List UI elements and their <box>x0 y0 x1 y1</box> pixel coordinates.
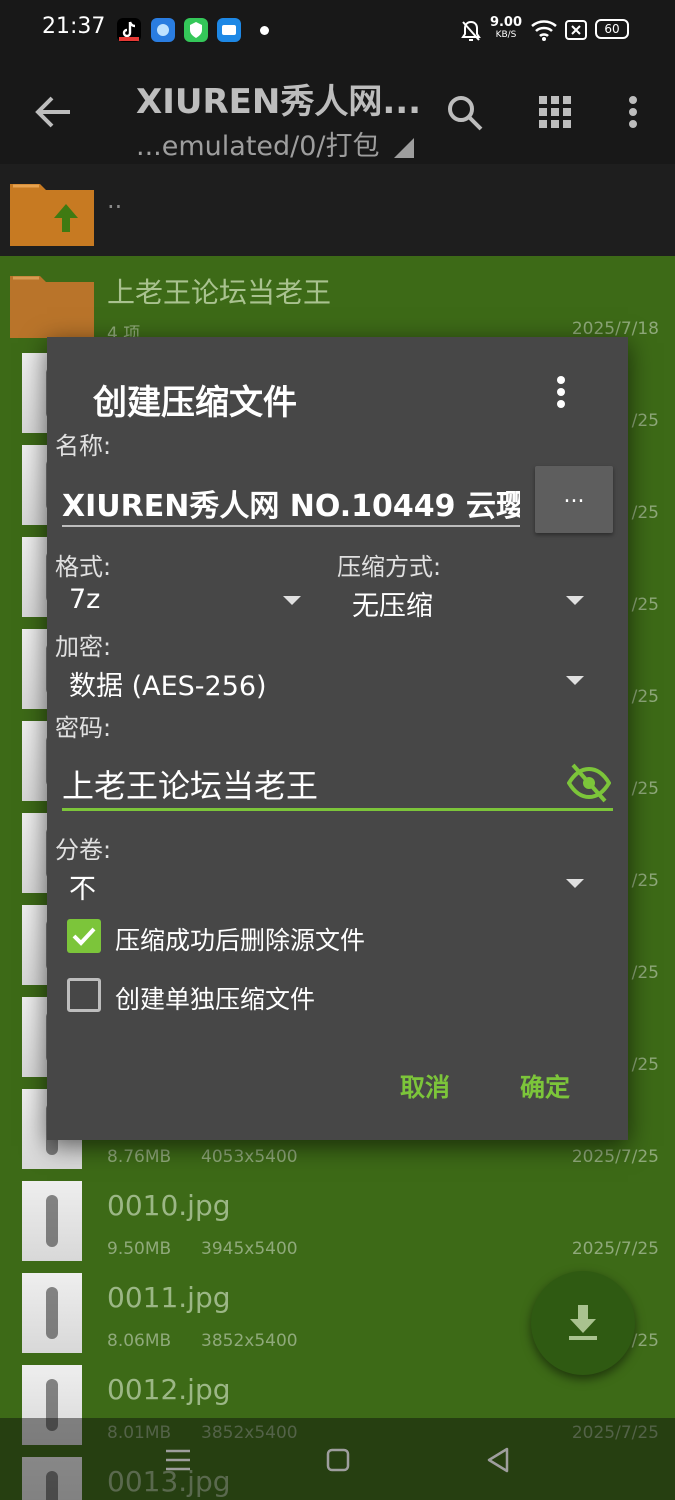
password-value: 上老王论坛当老王 <box>62 767 319 805</box>
file-name[interactable]: 0010.jpg <box>107 1189 230 1222</box>
mute-icon <box>460 19 482 47</box>
grid-view-icon[interactable] <box>539 96 571 132</box>
compression-method-value[interactable]: 无压缩 <box>352 584 433 623</box>
file-thumbnail[interactable] <box>22 1273 82 1353</box>
folder-date: 2025/7/18 <box>571 319 659 339</box>
file-date: /25 <box>631 779 659 799</box>
dialog-more-icon[interactable] <box>551 375 571 411</box>
wifi-icon <box>530 18 558 46</box>
separate-archive-checkbox[interactable] <box>67 978 101 1012</box>
archive-name-input[interactable]: XIUREN秀人网 NO.10449 云璎 <box>62 477 520 527</box>
browse-button[interactable]: ... <box>535 466 613 533</box>
password-field[interactable]: 上老王论坛当老王 <box>62 755 613 811</box>
folder-up-icon <box>10 176 94 250</box>
parent-directory-row[interactable]: .. <box>0 164 675 256</box>
split-dropdown-icon[interactable] <box>566 879 584 888</box>
file-date: /25 <box>631 963 659 983</box>
encryption-value[interactable]: 数据 (AES-256) <box>69 664 267 703</box>
status-time: 21:37 <box>42 14 106 39</box>
file-date: /25 <box>631 503 659 523</box>
more-vert-icon[interactable] <box>627 95 639 133</box>
file-date: /25 <box>631 411 659 431</box>
navigation-bar <box>0 1418 675 1500</box>
toolbar-title: XIUREN秀人网... <box>136 82 422 122</box>
download-icon <box>567 1305 599 1345</box>
file-size: 8.06MB <box>107 1331 172 1351</box>
confirm-button[interactable]: 确定 <box>520 1068 570 1104</box>
file-date: /25 <box>631 687 659 707</box>
password-label: 密码: <box>55 714 112 742</box>
notification-dot <box>260 26 269 35</box>
encryption-dropdown-icon[interactable] <box>566 676 584 685</box>
file-date: 2025/7/25 <box>571 1147 659 1167</box>
file-dimensions: 3945x5400 <box>201 1239 298 1259</box>
compression-method-label: 压缩方式: <box>337 553 442 581</box>
format-value[interactable]: 7z <box>69 584 100 615</box>
compression-method-dropdown-icon[interactable] <box>566 596 584 605</box>
path-dropdown-icon[interactable] <box>394 138 414 162</box>
file-date: 2025/7/25 <box>571 1239 659 1259</box>
toolbar-path[interactable]: ...emulated/0/打包 <box>136 124 380 163</box>
status-bar: 21:37 9.00 KB/S 60 <box>0 0 675 62</box>
net-speed-value: 9.00 <box>489 15 523 30</box>
net-speed-unit: KB/S <box>495 30 517 40</box>
separate-archive-label[interactable]: 创建单独压缩文件 <box>115 980 315 1016</box>
back-nav-icon[interactable] <box>480 1442 516 1478</box>
file-date: /25 <box>631 1331 659 1351</box>
file-dimensions: 3852x5400 <box>201 1331 298 1351</box>
name-label: 名称: <box>55 432 112 460</box>
battery-icon: 60 <box>595 19 629 39</box>
file-date: /25 <box>631 1055 659 1075</box>
delete-source-checkbox[interactable] <box>67 919 101 953</box>
cancel-button[interactable]: 取消 <box>400 1068 450 1104</box>
folder-name[interactable]: 上老王论坛当老王 <box>107 271 331 311</box>
toolbar: XIUREN秀人网... ...emulated/0/打包 <box>0 62 675 164</box>
messages-app-icon <box>217 18 241 42</box>
file-name[interactable]: 0011.jpg <box>107 1281 230 1314</box>
create-archive-dialog: 创建压缩文件 名称: XIUREN秀人网 NO.10449 云璎 ... 格式:… <box>47 337 628 1140</box>
delete-source-label[interactable]: 压缩成功后删除源文件 <box>115 921 365 957</box>
dialog-title: 创建压缩文件 <box>93 383 297 423</box>
file-date: /25 <box>631 871 659 891</box>
app-icon <box>151 18 175 42</box>
back-arrow-icon[interactable] <box>34 94 72 134</box>
split-value[interactable]: 不 <box>69 867 96 906</box>
parent-label: .. <box>107 186 123 214</box>
net-speed: 9.00 KB/S <box>489 16 523 42</box>
search-icon[interactable] <box>446 94 484 136</box>
split-label: 分卷: <box>55 836 112 864</box>
file-date: /25 <box>631 595 659 615</box>
visibility-toggle-icon[interactable] <box>566 763 612 803</box>
file-size: 9.50MB <box>107 1239 172 1259</box>
file-name[interactable]: 0012.jpg <box>107 1373 230 1406</box>
format-label: 格式: <box>55 553 112 581</box>
encryption-label: 加密: <box>55 633 112 661</box>
menu-nav-icon[interactable] <box>160 1442 196 1478</box>
shield-app-icon <box>184 18 208 42</box>
file-size: 8.76MB <box>107 1147 172 1167</box>
extract-fab[interactable] <box>531 1271 635 1375</box>
file-dimensions: 4053x5400 <box>201 1147 298 1167</box>
no-sim-icon <box>565 20 587 44</box>
format-dropdown-icon[interactable] <box>283 596 301 605</box>
folder-icon <box>10 268 94 342</box>
tiktok-icon <box>117 18 141 42</box>
home-nav-icon[interactable] <box>320 1442 356 1478</box>
file-thumbnail[interactable] <box>22 1181 82 1261</box>
